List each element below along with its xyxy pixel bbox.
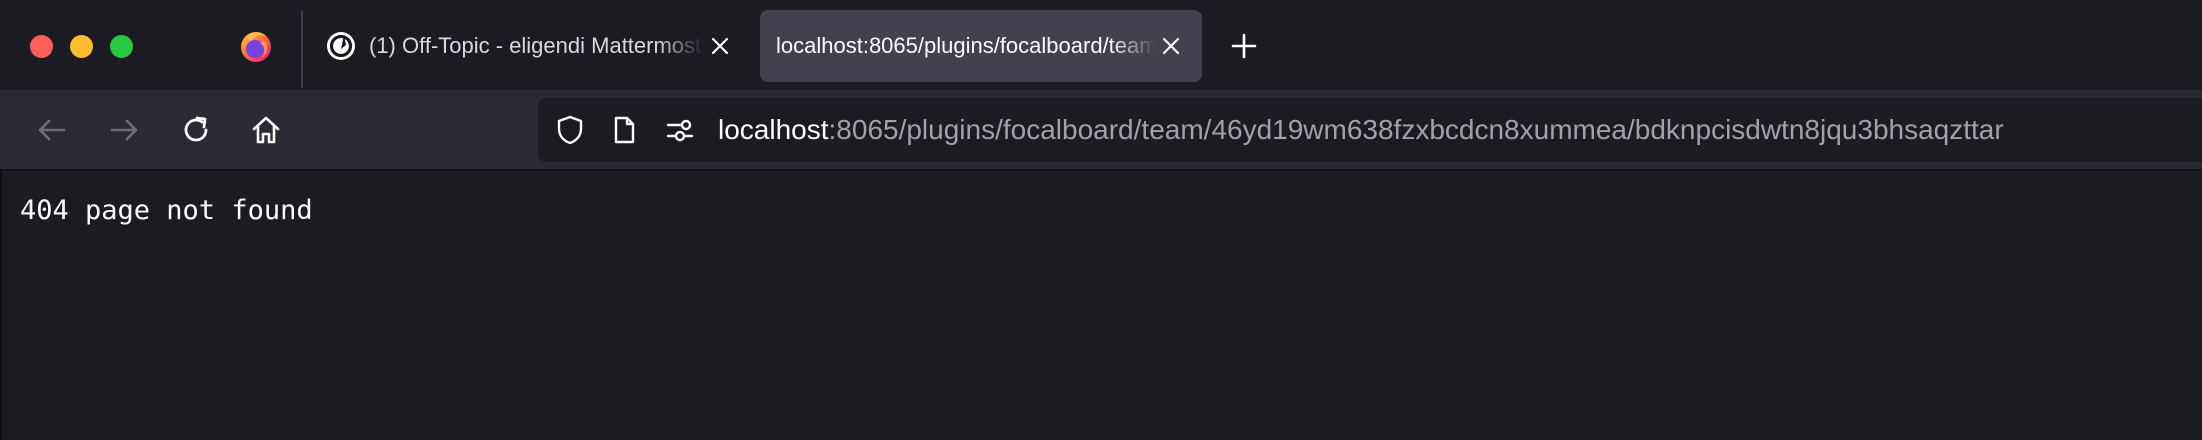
reload-icon[interactable] [178,112,214,148]
tab-strip: (1) Off-Topic - eligendi Mattermost loca… [0,0,2202,90]
url-host: localhost [718,114,829,145]
shield-icon[interactable] [554,114,586,146]
arrow-left-icon[interactable] [34,112,70,148]
tab-mattermost[interactable]: (1) Off-Topic - eligendi Mattermost [311,10,745,82]
tab-title: (1) Off-Topic - eligendi Mattermost [369,33,702,58]
window-close-button[interactable] [30,35,53,58]
error-message: 404 page not found [20,195,313,226]
home-icon[interactable] [248,112,284,148]
plus-icon[interactable] [1230,32,1258,60]
close-icon[interactable] [709,35,731,57]
page-content: 404 page not found [0,171,2202,440]
tab-focalboard[interactable]: localhost:8065/plugins/focalboard/team/4… [760,10,1202,82]
url-text[interactable]: localhost:8065/plugins/focalboard/team/4… [718,98,2004,162]
url-bar[interactable]: localhost:8065/plugins/focalboard/team/4… [538,98,2202,162]
url-path: :8065/plugins/focalboard/team/46yd19wm63… [828,114,2004,145]
firefox-icon[interactable] [238,28,274,64]
document-icon[interactable] [608,114,640,146]
tab-strip-separator [301,10,303,88]
browser-window: (1) Off-Topic - eligendi Mattermost loca… [0,0,2202,440]
navigation-toolbar: localhost:8065/plugins/focalboard/team/4… [0,90,2202,170]
close-icon[interactable] [1160,35,1182,57]
window-edge [0,170,2,440]
permissions-icon[interactable] [664,114,696,146]
window-minimize-button[interactable] [70,35,93,58]
mattermost-icon [327,32,355,60]
arrow-right-icon[interactable] [106,112,142,148]
tab-title: localhost:8065/plugins/focalboard/team/4… [776,33,1156,58]
window-zoom-button[interactable] [110,35,133,58]
